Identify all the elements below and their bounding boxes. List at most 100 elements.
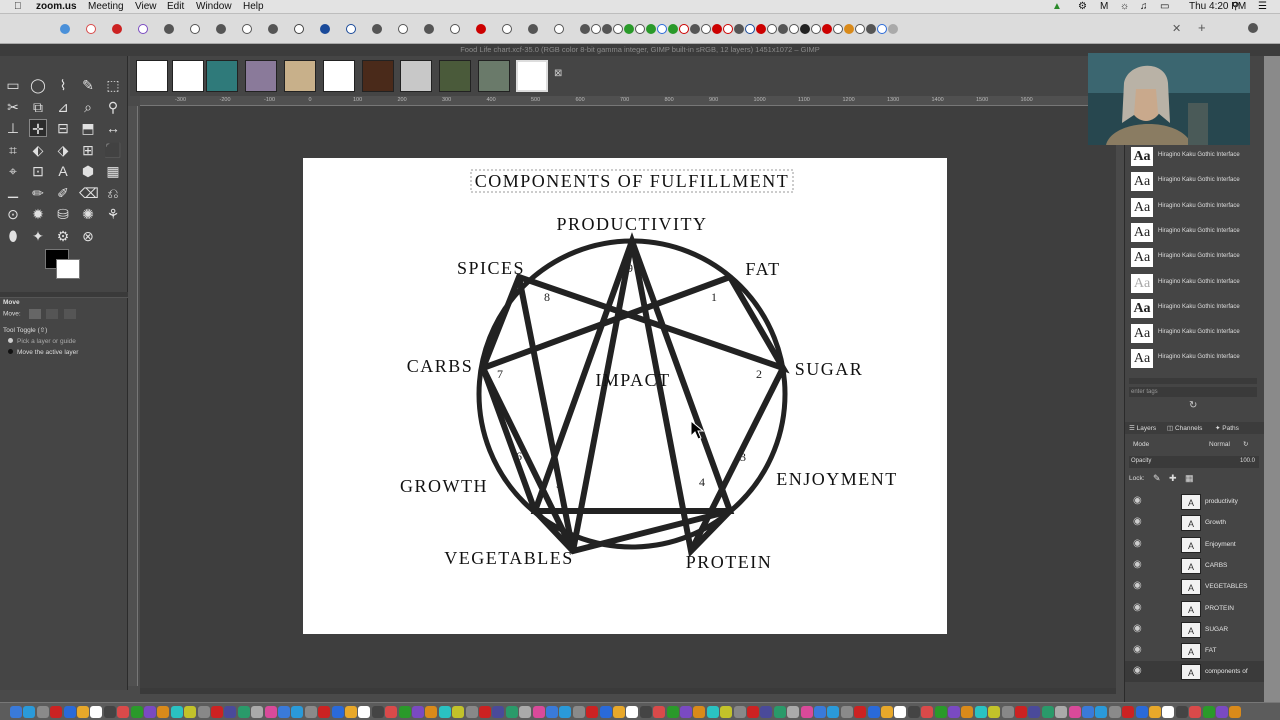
dock-app-icon[interactable]: [144, 706, 156, 718]
lock-alpha-icon[interactable]: ▦: [1185, 473, 1194, 484]
dock-app-icon[interactable]: [10, 706, 22, 718]
free-select-tool-icon[interactable]: ⌇: [54, 76, 72, 94]
dock-app-icon[interactable]: [157, 706, 170, 718]
browser-tab-favicon-icon[interactable]: [668, 24, 678, 34]
dock-app-icon[interactable]: [840, 706, 853, 718]
browser-tab-favicon-icon[interactable]: [60, 24, 70, 34]
dock-app-icon[interactable]: [680, 706, 692, 718]
dock-app-icon[interactable]: [117, 706, 130, 718]
dock-app-icon[interactable]: [1149, 706, 1161, 718]
browser-tab-favicon-icon[interactable]: [502, 24, 512, 34]
dock-app-icon[interactable]: [894, 706, 907, 718]
dock-app-icon[interactable]: [1001, 706, 1014, 718]
layer-row[interactable]: ◉ A Enjoyment: [1125, 534, 1265, 555]
dock-app-icon[interactable]: [197, 706, 210, 718]
browser-tab-favicon-icon[interactable]: [591, 24, 601, 34]
browser-tab-favicon-icon[interactable]: [580, 24, 590, 34]
browser-tab-favicon-icon[interactable]: [855, 24, 865, 34]
image-tab-thumbnail[interactable]: [206, 60, 238, 92]
background-color-swatch[interactable]: [56, 259, 80, 279]
paths-tool-icon[interactable]: ✦: [29, 227, 47, 245]
tab-layers[interactable]: ☰ Layers: [1129, 424, 1156, 432]
layer-visibility-eye-icon[interactable]: ◉: [1133, 665, 1145, 677]
browser-tab-favicon-icon[interactable]: [723, 24, 733, 34]
dock-app-icon[interactable]: [371, 706, 384, 718]
dock-app-icon[interactable]: [1216, 706, 1228, 718]
dock-app-icon[interactable]: [63, 706, 76, 718]
browser-tab-favicon-icon[interactable]: [811, 24, 821, 34]
dock-app-icon[interactable]: [934, 706, 947, 718]
browser-tab-favicon-icon[interactable]: [372, 24, 382, 34]
dock-app-icon[interactable]: [586, 706, 599, 718]
browser-tab-favicon-icon[interactable]: [320, 24, 330, 34]
dock-app-icon[interactable]: [733, 706, 746, 718]
dock-app-icon[interactable]: [867, 706, 880, 718]
move-tool-icon[interactable]: ✛: [29, 119, 47, 137]
lock-pixels-icon[interactable]: ✎: [1153, 473, 1161, 484]
move-alt-tool-icon[interactable]: ⚙: [54, 227, 72, 245]
image-tab-thumbnail[interactable]: [245, 60, 277, 92]
layer-row[interactable]: ◉ A PROTEIN: [1125, 598, 1265, 619]
dock-app-icon[interactable]: [747, 706, 759, 718]
dock-app-icon[interactable]: [438, 706, 451, 718]
dock-app-icon[interactable]: [666, 706, 679, 718]
dock-app-icon[interactable]: [452, 706, 465, 718]
browser-tab-favicon-icon[interactable]: [734, 24, 744, 34]
unified-transform-tool-icon[interactable]: ⊞: [79, 141, 97, 159]
flip-tool-icon[interactable]: ↔: [104, 119, 122, 137]
browser-tab-favicon-icon[interactable]: [701, 24, 711, 34]
font-list-item[interactable]: Aa Hiragino Kaku Gothic Interface: [1129, 296, 1261, 320]
dock-app-icon[interactable]: [961, 706, 974, 718]
browser-tab-favicon-icon[interactable]: [679, 24, 689, 34]
lock-position-icon[interactable]: ✚: [1169, 473, 1177, 484]
menu-window[interactable]: Window: [196, 1, 232, 12]
font-list-item[interactable]: Aa Hiragino Kaku Gothic Interface: [1129, 321, 1261, 345]
fonts-scrollbar[interactable]: [1129, 378, 1257, 384]
dock-app-icon[interactable]: [237, 706, 250, 718]
layer-visibility-eye-icon[interactable]: ◉: [1133, 516, 1145, 528]
image-tab-thumbnail[interactable]: [323, 60, 355, 92]
browser-tab-favicon-icon[interactable]: [712, 24, 722, 34]
gear-status-icon[interactable]: ⚙: [1078, 1, 1087, 12]
dock-app-icon[interactable]: [519, 706, 532, 718]
smudge-tool-icon[interactable]: ⊙: [4, 205, 22, 223]
dock-app-icon[interactable]: [211, 706, 223, 718]
dock-app-icon[interactable]: [532, 706, 545, 718]
mypaint-tool-icon[interactable]: ✺: [79, 205, 97, 223]
font-list-item[interactable]: Aa Hiragino Kaku Gothic Interface: [1129, 245, 1261, 269]
browser-tab-favicon-icon[interactable]: [242, 24, 252, 34]
browser-tab-favicon-icon[interactable]: [756, 24, 766, 34]
dock-app-icon[interactable]: [77, 706, 89, 718]
browser-tab-favicon-icon[interactable]: [822, 24, 832, 34]
active-image-tab-thumbnail[interactable]: [516, 60, 548, 92]
font-list-item[interactable]: Aa Hiragino Kaku Gothic Interface: [1129, 271, 1261, 295]
dock-app-icon[interactable]: [492, 706, 505, 718]
dock-app-icon[interactable]: [1202, 706, 1215, 718]
dock-app-icon[interactable]: [974, 706, 987, 718]
browser-tab-favicon-icon[interactable]: [646, 24, 656, 34]
mode-reset-icon[interactable]: ↻: [1243, 440, 1248, 448]
browser-tab-favicon-icon[interactable]: [690, 24, 700, 34]
blur-tool-icon[interactable]: ⛁: [54, 205, 72, 223]
dock-app-icon[interactable]: [1122, 706, 1135, 718]
image-tab-thumbnail[interactable]: [478, 60, 510, 92]
move-layer-mode-icon[interactable]: [28, 309, 41, 319]
browser-tab-favicon-icon[interactable]: [528, 24, 538, 34]
dock-app-icon[interactable]: [546, 706, 558, 718]
apple-icon[interactable]: : [14, 1, 22, 12]
dock-app-icon[interactable]: [130, 706, 143, 718]
dock-app-icon[interactable]: [693, 706, 706, 718]
image-tab-thumbnail[interactable]: [400, 60, 432, 92]
paint-select-tool-icon[interactable]: ⊗: [79, 227, 97, 245]
browser-tab-favicon-icon[interactable]: [602, 24, 612, 34]
text-tool-icon[interactable]: ⌖: [4, 162, 22, 180]
layer-row[interactable]: ◉ A FAT: [1125, 640, 1265, 661]
dock-app-icon[interactable]: [412, 706, 424, 718]
browser-tab-favicon-icon[interactable]: [476, 24, 486, 34]
layer-row[interactable]: ◉ A VEGETABLES: [1125, 576, 1265, 597]
eraser-tool-icon[interactable]: ✐: [54, 184, 72, 202]
menu-view[interactable]: View: [135, 1, 157, 12]
browser-tab-favicon-icon[interactable]: [86, 24, 96, 34]
dock-app-icon[interactable]: [90, 706, 103, 718]
crop-tool-icon[interactable]: ⊿: [54, 98, 72, 116]
